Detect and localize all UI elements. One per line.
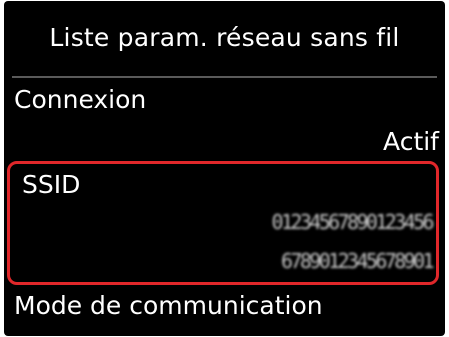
ssid-item-selected[interactable]: SSID 01234567890123456 6789012345678901 <box>7 161 439 285</box>
ssid-label: SSID <box>22 170 81 199</box>
connection-value: Actif <box>383 127 439 156</box>
header-divider <box>12 76 437 78</box>
communication-mode-label[interactable]: Mode de communication <box>14 291 323 320</box>
ssid-value-line-1: 01234567890123456 <box>271 210 435 234</box>
title-bar: Liste param. réseau sans fil <box>4 1 445 75</box>
connection-label: Connexion <box>14 85 147 114</box>
ssid-value-line-2: 6789012345678901 <box>280 249 435 273</box>
page-title: Liste param. réseau sans fil <box>49 22 400 52</box>
lcd-screen: Liste param. réseau sans fil Connexion A… <box>4 1 445 336</box>
